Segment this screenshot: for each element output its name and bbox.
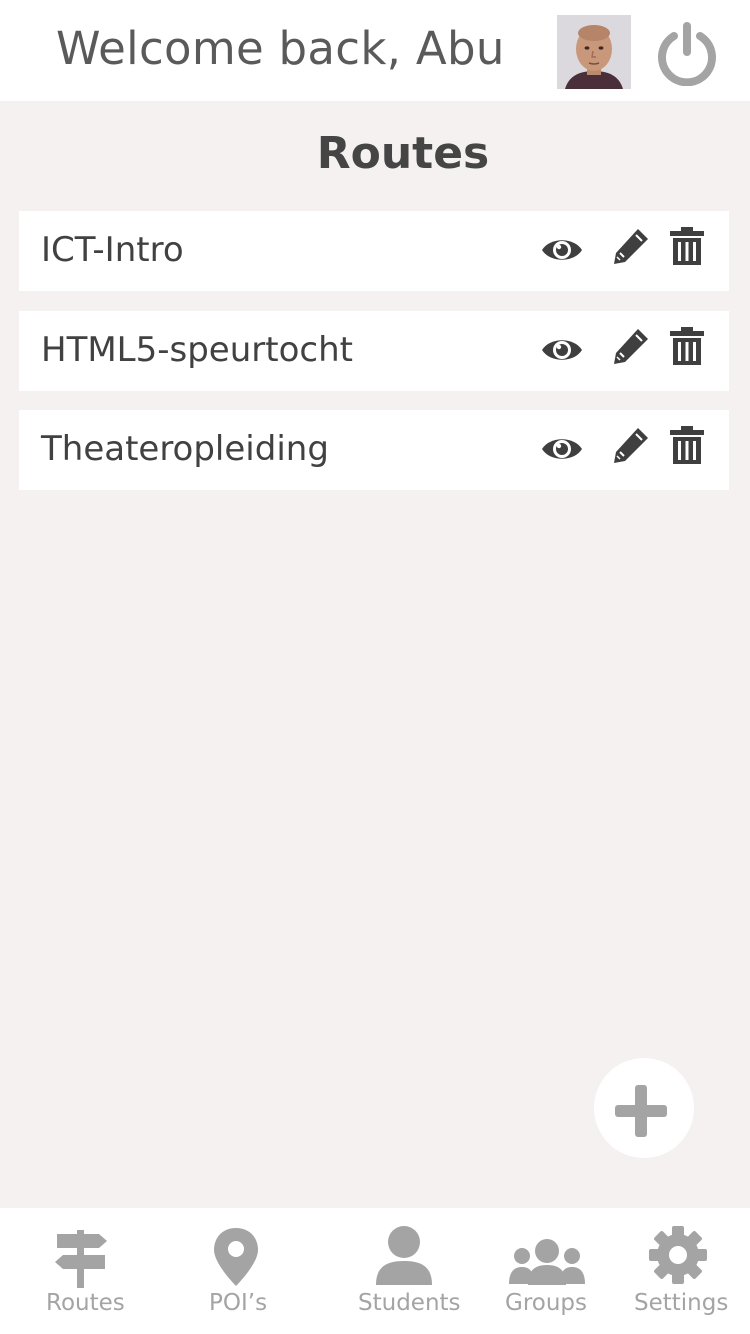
page-title: Routes	[316, 128, 490, 179]
edit-pencil-icon[interactable]	[611, 425, 651, 465]
view-eye-icon[interactable]	[540, 432, 584, 466]
route-name: ICT-Intro	[41, 230, 184, 270]
power-icon[interactable]	[655, 22, 719, 87]
nav-label-pois: POI’s	[209, 1290, 268, 1316]
nav-label-routes: Routes	[46, 1290, 125, 1316]
delete-trash-icon[interactable]	[669, 425, 705, 465]
nav-item-pois[interactable]: POI’s	[190, 1208, 290, 1334]
nav-label-settings: Settings	[634, 1290, 729, 1316]
signpost-icon	[55, 1230, 107, 1288]
add-route-button[interactable]	[594, 1058, 694, 1158]
user-photo-icon	[557, 15, 631, 89]
bottom-nav: Routes POI’s Students Groups Settings	[0, 1208, 750, 1334]
nav-item-groups[interactable]: Groups	[498, 1208, 598, 1334]
nav-item-routes[interactable]: Routes	[30, 1208, 140, 1334]
delete-trash-icon[interactable]	[669, 326, 705, 366]
avatar[interactable]	[557, 15, 631, 89]
edit-pencil-icon[interactable]	[611, 226, 651, 266]
nav-item-settings[interactable]: Settings	[628, 1208, 738, 1334]
list-item[interactable]: Theateropleiding	[19, 410, 729, 490]
route-name: Theateropleiding	[41, 429, 329, 469]
map-pin-icon	[214, 1228, 258, 1286]
edit-pencil-icon[interactable]	[611, 326, 651, 366]
group-icon	[509, 1239, 585, 1285]
nav-label-groups: Groups	[505, 1290, 588, 1316]
nav-item-students[interactable]: Students	[350, 1208, 466, 1334]
view-eye-icon[interactable]	[540, 233, 584, 267]
app-header: Welcome back, Abu	[0, 0, 750, 101]
welcome-text: Welcome back, Abu	[56, 22, 505, 75]
person-icon	[376, 1226, 432, 1285]
list-item[interactable]: HTML5-speurtocht	[19, 311, 729, 391]
plus-icon	[615, 1085, 667, 1137]
route-name: HTML5-speurtocht	[41, 330, 353, 370]
list-item[interactable]: ICT-Intro	[19, 211, 729, 291]
gear-icon	[649, 1226, 707, 1284]
route-list: ICT-Intro HTML5-speurtocht Theateropleid…	[19, 211, 729, 510]
nav-label-students: Students	[358, 1290, 461, 1316]
delete-trash-icon[interactable]	[669, 226, 705, 266]
view-eye-icon[interactable]	[540, 333, 584, 367]
